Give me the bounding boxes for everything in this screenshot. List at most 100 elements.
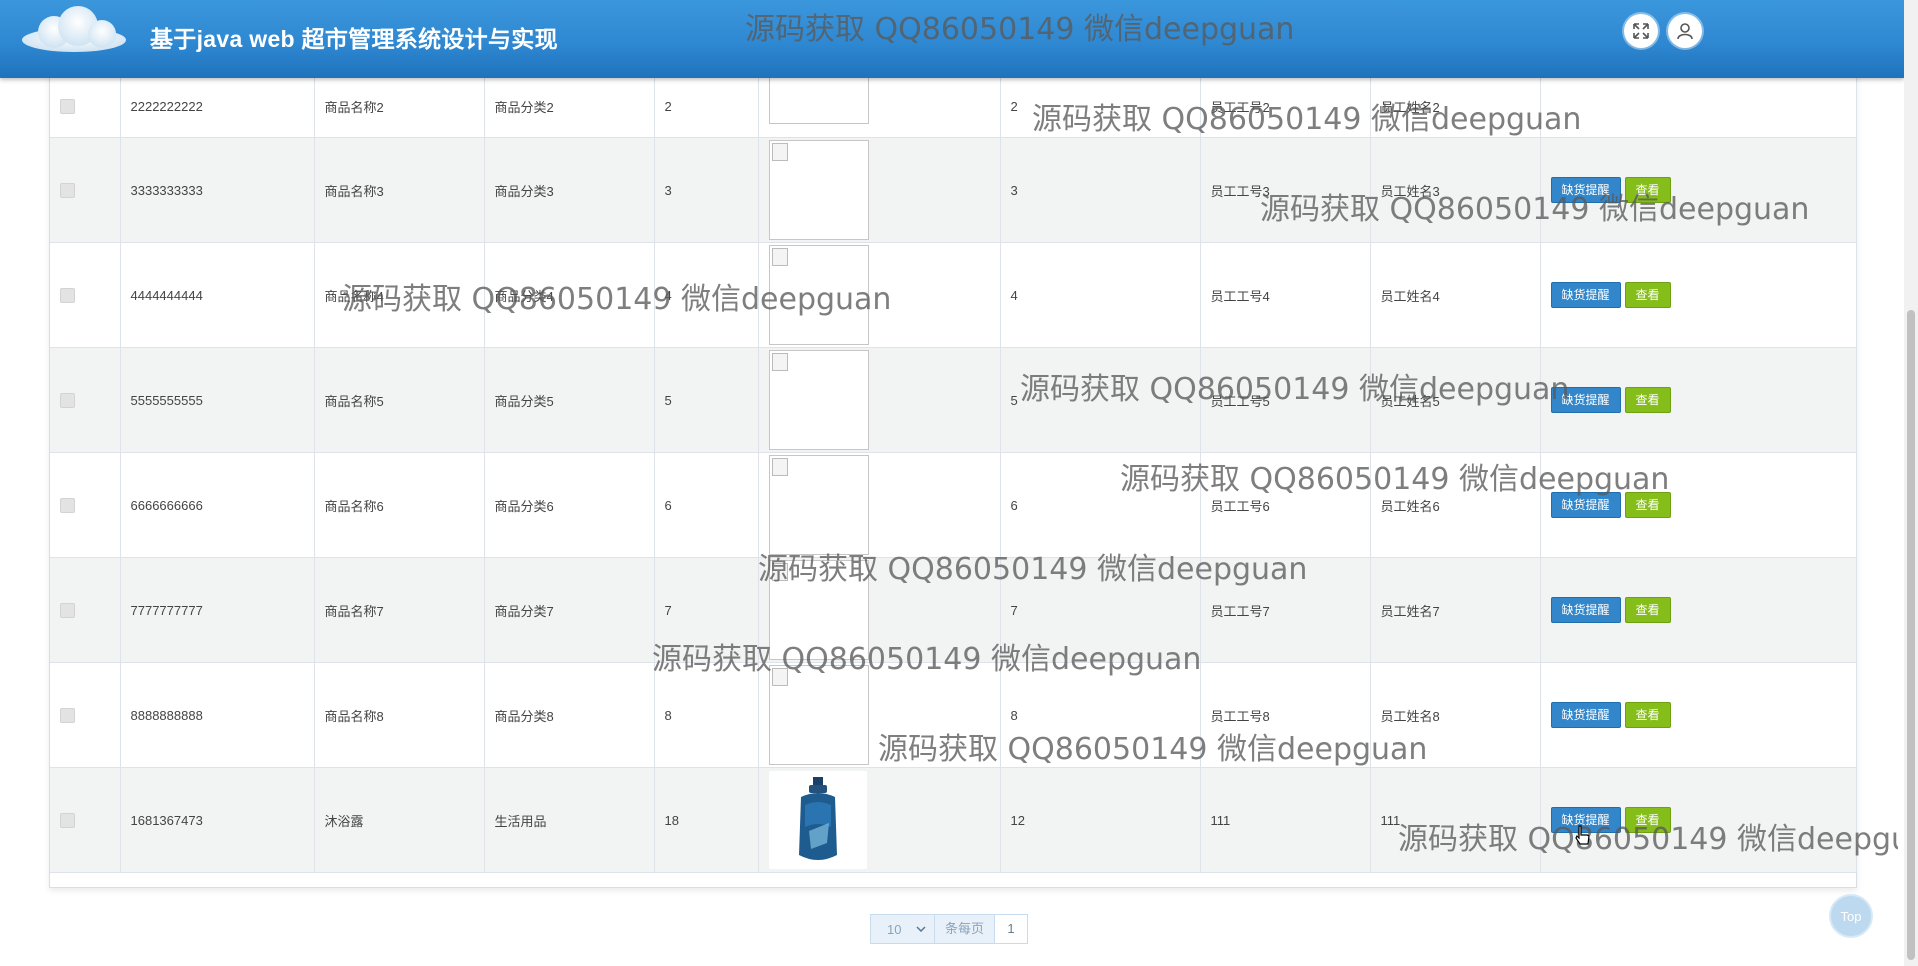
product-image <box>768 665 869 765</box>
view-button[interactable]: 查看 <box>1624 282 1671 308</box>
row-checkbox[interactable] <box>60 183 75 199</box>
product-name-cell: 商品名称3 <box>314 137 485 243</box>
vertical-scrollbar[interactable] <box>1904 0 1918 966</box>
product-image-cell <box>758 347 1001 453</box>
product-category: 商品分类3 <box>494 183 554 199</box>
row-checkbox[interactable] <box>60 708 75 724</box>
table-row: 1681367473 沐浴露 生活用品 18 12 111 111 缺货提醒 查看 <box>50 767 1857 873</box>
row-checkbox[interactable] <box>60 393 75 409</box>
row-actions-cell: 缺货提醒查看 <box>1540 767 1857 873</box>
row-checkbox-cell <box>50 767 121 873</box>
product-name-cell: 商品名称6 <box>314 452 485 558</box>
employee-no: 员工工号3 <box>1210 183 1270 199</box>
product-image <box>768 245 869 345</box>
view-button[interactable]: 查看 <box>1624 177 1671 203</box>
stock-alert-button[interactable]: 缺货提醒 <box>1550 492 1621 518</box>
back-to-top-button[interactable]: Top <box>1829 894 1873 938</box>
product-name-cell: 沐浴露 <box>314 767 485 873</box>
page-number-1[interactable]: 1 <box>995 915 1028 943</box>
product-name: 商品名称2 <box>324 99 384 115</box>
view-button[interactable]: 查看 <box>1624 702 1671 728</box>
stock-alert-button[interactable]: 缺货提醒 <box>1550 177 1621 203</box>
product-name: 商品名称4 <box>324 288 384 304</box>
product-price-cell: 5 <box>654 347 759 453</box>
product-price-cell: 4 <box>654 242 759 348</box>
row-checkbox-cell <box>50 242 121 348</box>
product-stock: 8 <box>1010 707 1018 723</box>
scrollbar-thumb[interactable] <box>1907 310 1915 960</box>
product-image <box>768 350 869 450</box>
view-button[interactable]: 查看 <box>1624 387 1671 413</box>
employee-no: 111 <box>1210 812 1231 828</box>
product-category-cell: 商品分类3 <box>484 137 655 243</box>
row-actions-cell: 缺货提醒查看 <box>1540 347 1857 453</box>
row-actions-cell: 缺货提醒查看 <box>1540 137 1857 243</box>
row-checkbox[interactable] <box>60 603 75 619</box>
product-name-cell: 商品名称5 <box>314 347 485 453</box>
product-stock-cell: 4 <box>1000 242 1201 348</box>
product-code: 6666666666 <box>130 497 203 513</box>
employee-name-cell: 员工姓名7 <box>1370 557 1541 663</box>
row-actions-cell: 缺货提醒查看 <box>1540 662 1857 768</box>
employee-name: 员工姓名4 <box>1380 288 1440 304</box>
product-category: 商品分类4 <box>494 288 554 304</box>
user-button[interactable] <box>1668 14 1702 48</box>
fullscreen-icon <box>1633 23 1649 39</box>
row-checkbox[interactable] <box>60 498 75 514</box>
row-checkbox-cell <box>50 452 121 558</box>
product-price-cell: 6 <box>654 452 759 558</box>
product-category-cell: 商品分类5 <box>484 347 655 453</box>
product-image <box>768 455 869 555</box>
employee-no: 员工工号8 <box>1210 708 1270 724</box>
product-price-cell: 7 <box>654 557 759 663</box>
table-row: 6666666666 商品名称6 商品分类6 6 6 员工工号6 员工姓名6 缺货提醒 查看 <box>50 452 1857 558</box>
page-size-select[interactable]: 10 <box>871 915 935 943</box>
page-size-value: 10 <box>887 921 902 937</box>
product-code: 8888888888 <box>130 707 203 723</box>
product-code-cell: 1681367473 <box>120 767 315 873</box>
row-checkbox[interactable] <box>60 99 75 115</box>
employee-no-cell: 111 <box>1200 767 1371 873</box>
employee-no-cell: 员工工号8 <box>1200 662 1371 768</box>
stock-alert-button[interactable]: 缺货提醒 <box>1550 597 1621 623</box>
table-row: 5555555555 商品名称5 商品分类5 5 5 员工工号5 员工姓名5 缺货提醒 查看 <box>50 347 1857 453</box>
product-stock: 3 <box>1010 182 1018 198</box>
product-image-cell <box>758 452 1001 558</box>
product-name: 商品名称3 <box>324 183 384 199</box>
row-actions-cell: 缺货提醒查看 <box>1540 557 1857 663</box>
product-price: 7 <box>664 602 672 618</box>
product-image <box>768 771 867 869</box>
view-button[interactable]: 查看 <box>1624 492 1671 518</box>
employee-no-cell: 员工工号5 <box>1200 347 1371 453</box>
product-price: 8 <box>664 707 672 723</box>
product-code: 3333333333 <box>130 182 203 198</box>
product-name-cell: 商品名称8 <box>314 662 485 768</box>
product-stock-cell: 3 <box>1000 137 1201 243</box>
product-price: 4 <box>664 287 672 303</box>
stock-alert-button[interactable]: 缺货提醒 <box>1550 282 1621 308</box>
view-button[interactable]: 查看 <box>1624 807 1671 833</box>
product-stock: 5 <box>1010 392 1018 408</box>
product-code-cell: 6666666666 <box>120 452 315 558</box>
product-image-cell <box>758 242 1001 348</box>
row-actions-cell: 缺货提醒查看 <box>1540 452 1857 558</box>
view-button[interactable]: 查看 <box>1624 597 1671 623</box>
employee-name-cell: 111 <box>1370 767 1541 873</box>
employee-name-cell: 员工姓名6 <box>1370 452 1541 558</box>
product-category: 商品分类2 <box>494 99 554 115</box>
row-checkbox-cell <box>50 662 121 768</box>
stock-alert-button[interactable]: 缺货提醒 <box>1550 702 1621 728</box>
fullscreen-button[interactable] <box>1624 14 1658 48</box>
stock-alert-button[interactable]: 缺货提醒 <box>1550 387 1621 413</box>
row-checkbox[interactable] <box>60 813 75 829</box>
app-header: 基于java web 超市管理系统设计与实现 <box>0 0 1904 78</box>
broken-image-icon <box>771 248 788 266</box>
product-stock: 7 <box>1010 602 1018 618</box>
broken-image-icon <box>771 353 788 371</box>
product-stock: 12 <box>1010 812 1025 828</box>
employee-no: 员工工号4 <box>1210 288 1270 304</box>
product-price-cell: 3 <box>654 137 759 243</box>
product-stock-cell: 7 <box>1000 557 1201 663</box>
row-checkbox[interactable] <box>60 288 75 304</box>
product-price: 6 <box>664 497 672 513</box>
